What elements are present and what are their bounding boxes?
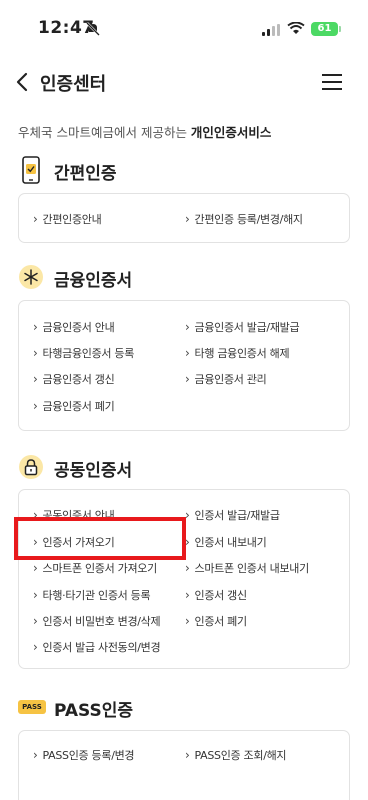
link-joint-renew[interactable]: 인증서 갱신 bbox=[185, 587, 248, 603]
wifi-icon bbox=[287, 22, 305, 34]
link-joint-password[interactable]: 인증서 비밀번호 변경/삭제 bbox=[33, 613, 161, 629]
phone-check-icon bbox=[18, 155, 44, 185]
link-joint-phone-export[interactable]: 스마트폰 인증서 내보내기 bbox=[185, 560, 310, 576]
section-title: 공동인증서 bbox=[54, 461, 133, 481]
link-fin-issue[interactable]: 금융인증서 발급/재발급 bbox=[185, 319, 300, 335]
lock-icon bbox=[18, 452, 44, 482]
hamburger-menu-icon[interactable] bbox=[322, 74, 342, 90]
card-joint-cert: 공동인증서 안내 인증서 발급/재발급 인증서 가져오기 인증서 내보내기 스마… bbox=[18, 489, 350, 669]
signal-icon bbox=[262, 24, 280, 36]
loading-spinner-icon bbox=[250, 372, 260, 382]
link-fin-release-other[interactable]: 타행 금융인증서 해제 bbox=[185, 345, 290, 361]
link-simple-auth-guide[interactable]: 간편인증안내 bbox=[33, 211, 102, 227]
link-joint-phone-import[interactable]: 스마트폰 인증서 가져오기 bbox=[33, 560, 158, 576]
card-simple-auth: 간편인증안내 간편인증 등록/변경/해지 bbox=[18, 193, 350, 243]
link-pass-inquiry[interactable]: PASS인증 조회/해지 bbox=[185, 747, 287, 763]
bell-slash-icon bbox=[86, 22, 100, 36]
card-pass-auth: PASS인증 등록/변경 PASS인증 조회/해지 bbox=[18, 730, 350, 800]
link-fin-guide[interactable]: 금융인증서 안내 bbox=[33, 319, 115, 335]
battery-indicator: 61 bbox=[311, 22, 341, 36]
pass-badge-icon: PASS bbox=[18, 692, 46, 722]
back-arrow-icon[interactable] bbox=[14, 71, 32, 93]
page-title: 인증센터 bbox=[40, 74, 107, 95]
section-simple-auth: 간편인증 bbox=[18, 155, 348, 185]
highlight-box bbox=[14, 517, 186, 560]
link-fin-register-other[interactable]: 타행금융인증서 등록 bbox=[33, 345, 135, 361]
section-joint-cert: 공동인증서 bbox=[18, 452, 348, 482]
intro-emphasis: 개인인증서비스 bbox=[190, 125, 272, 140]
section-title: 금융인증서 bbox=[54, 271, 133, 291]
intro-prefix: 우체국 스마트예금에서 제공하는 bbox=[18, 125, 191, 140]
section-title: 간편인증 bbox=[54, 164, 117, 184]
nav-bar: 인증센터 bbox=[0, 60, 368, 104]
card-financial-cert: 금융인증서 안내 금융인증서 발급/재발급 타행금융인증서 등록 타행 금융인증… bbox=[18, 300, 350, 431]
link-joint-register-other[interactable]: 타행·타기관 인증서 등록 bbox=[33, 587, 151, 603]
section-pass-auth: PASS PASS인증 bbox=[18, 692, 348, 722]
status-bar: 12:47 61 bbox=[0, 0, 368, 56]
section-financial-cert: 금융인증서 bbox=[18, 262, 348, 292]
link-pass-register[interactable]: PASS인증 등록/변경 bbox=[33, 747, 135, 763]
link-joint-export[interactable]: 인증서 내보내기 bbox=[185, 534, 267, 550]
link-joint-issue[interactable]: 인증서 발급/재발급 bbox=[185, 507, 280, 523]
link-fin-renew[interactable]: 금융인증서 갱신 bbox=[33, 371, 115, 387]
link-joint-revoke[interactable]: 인증서 폐기 bbox=[185, 613, 248, 629]
asterisk-icon bbox=[18, 262, 44, 292]
link-fin-revoke[interactable]: 금융인증서 폐기 bbox=[33, 398, 115, 414]
pass-badge-label: PASS bbox=[18, 700, 46, 714]
link-joint-preconsent[interactable]: 인증서 발급 사전동의/변경 bbox=[33, 639, 161, 655]
section-title: PASS인증 bbox=[54, 701, 134, 721]
link-simple-auth-manage[interactable]: 간편인증 등록/변경/해지 bbox=[185, 211, 304, 227]
intro-text: 우체국 스마트예금에서 제공하는 개인인증서비스 bbox=[18, 122, 271, 141]
